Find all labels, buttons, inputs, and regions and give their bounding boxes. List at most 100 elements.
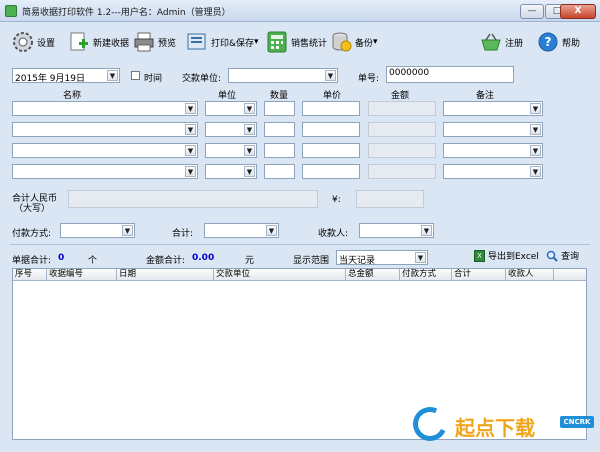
settings-label: 设置	[37, 38, 56, 49]
chevron-down-icon: ▾	[254, 37, 259, 47]
item-name-select[interactable]: ▼	[12, 122, 198, 137]
item-name-select[interactable]: ▼	[12, 164, 198, 179]
item-qty-input[interactable]	[264, 122, 295, 137]
item-qty-input[interactable]	[264, 164, 295, 179]
register-label: 注册	[505, 38, 524, 49]
range-select[interactable]: 当天记录 ▼	[336, 250, 428, 266]
search-icon	[546, 250, 558, 262]
item-price-input[interactable]	[302, 122, 360, 137]
basket-icon	[480, 31, 502, 53]
payer-select[interactable]: ▼	[228, 68, 338, 83]
col-header-date[interactable]: 日期	[117, 269, 214, 281]
export-excel-button[interactable]: X 导出到Excel	[474, 249, 539, 262]
amount-label: 金额合计:	[146, 256, 186, 266]
chevron-down-icon: ▼	[421, 225, 432, 236]
col-header-payer[interactable]: 交款单位	[214, 269, 346, 281]
help-icon: ?	[537, 31, 559, 53]
item-amount-field	[368, 122, 436, 137]
payer-label: 交款单位:	[182, 74, 222, 84]
database-icon	[330, 31, 352, 53]
date-picker[interactable]: 2015年 9月19日 ▼	[12, 68, 120, 84]
register-button[interactable]: 注册	[480, 27, 523, 57]
help-label: 帮助	[562, 38, 581, 49]
amount-value: 0.00	[192, 253, 215, 263]
search-button[interactable]: 查询	[546, 249, 579, 262]
total-label: 合计:	[172, 229, 194, 239]
new-document-icon	[68, 31, 90, 53]
item-unit-select[interactable]: ▼	[205, 101, 257, 116]
close-button[interactable]: X	[560, 4, 596, 19]
date-value: 2015年 9月19日	[15, 74, 85, 84]
count-value: 0	[58, 253, 65, 263]
separator	[10, 244, 590, 245]
item-amount-field	[368, 143, 436, 158]
col-header-total-amount[interactable]: 总金额	[346, 269, 400, 281]
item-unit-select[interactable]: ▼	[205, 164, 257, 179]
item-unit-select[interactable]: ▼	[205, 122, 257, 137]
chevron-down-icon: ▼	[107, 70, 118, 81]
preview-button[interactable]: 预览	[133, 27, 176, 57]
number-label: 单号:	[358, 74, 380, 84]
col-amount-header: 金额	[391, 91, 410, 101]
yen-label: ¥:	[332, 195, 341, 205]
time-label: 时间	[144, 74, 163, 84]
printer-icon	[133, 31, 155, 53]
payment-method-label: 付款方式:	[12, 229, 52, 239]
col-unit-header: 单位	[218, 91, 237, 101]
sales-stats-button[interactable]: 销售统计	[266, 27, 327, 57]
help-button[interactable]: ? 帮助	[537, 27, 580, 57]
print-save-button[interactable]: 打印&保存 ▾	[186, 27, 259, 57]
search-label: 查询	[561, 252, 580, 262]
chevron-down-icon: ▼	[530, 145, 541, 156]
col-name-header: 名称	[63, 91, 82, 101]
total-rmb-sublabel: （大写）	[14, 204, 51, 214]
item-note-select[interactable]: ▼	[443, 143, 543, 158]
item-price-input[interactable]	[302, 164, 360, 179]
chevron-down-icon: ▾	[373, 37, 378, 47]
chevron-down-icon: ▼	[244, 145, 255, 156]
item-note-select[interactable]: ▼	[443, 122, 543, 137]
new-receipt-button[interactable]: 新建收据	[68, 27, 129, 57]
col-header-total[interactable]: 合计	[452, 269, 506, 281]
payment-method-select[interactable]: ▼	[60, 223, 135, 238]
item-price-input[interactable]	[302, 143, 360, 158]
chevron-down-icon: ▼	[185, 103, 196, 114]
payee-select[interactable]: ▼	[359, 223, 434, 238]
chevron-down-icon: ▼	[325, 70, 336, 81]
item-note-select[interactable]: ▼	[443, 101, 543, 116]
backup-button[interactable]: 备份 ▾	[330, 27, 378, 57]
time-checkbox[interactable]	[131, 71, 140, 80]
col-header-index[interactable]: 序号	[13, 269, 47, 281]
window-title: 简易收据打印软件 1.2---用户名：Admin（管理员）	[22, 8, 231, 18]
col-header-receipt-no[interactable]: 收据编号	[47, 269, 117, 281]
range-label: 显示范围	[293, 256, 330, 266]
item-name-select[interactable]: ▼	[12, 143, 198, 158]
print-save-icon	[186, 31, 208, 53]
payee-label: 收款人:	[318, 229, 349, 239]
count-unit: 个	[88, 256, 98, 266]
gear-icon	[12, 31, 34, 53]
item-qty-input[interactable]	[264, 143, 295, 158]
watermark-text: 起点下载	[455, 416, 535, 440]
item-qty-input[interactable]	[264, 101, 295, 116]
item-price-input[interactable]	[302, 101, 360, 116]
chevron-down-icon: ▼	[415, 252, 426, 263]
item-name-select[interactable]: ▼	[12, 101, 198, 116]
print-save-label: 打印&保存	[211, 38, 255, 49]
item-unit-select[interactable]: ▼	[205, 143, 257, 158]
svg-text:?: ?	[545, 35, 552, 49]
col-header-payment-method[interactable]: 付款方式	[400, 269, 452, 281]
col-header-payee[interactable]: 收款人	[506, 269, 554, 281]
chevron-down-icon: ▼	[185, 145, 196, 156]
total-select[interactable]: ▼	[204, 223, 279, 238]
settings-button[interactable]: 设置	[12, 27, 55, 57]
col-qty-header: 数量	[270, 91, 289, 101]
chevron-down-icon: ▼	[185, 166, 196, 177]
range-value: 当天记录	[339, 256, 376, 266]
chevron-down-icon: ▼	[530, 103, 541, 114]
number-input[interactable]: 0000000	[386, 66, 514, 83]
export-excel-label: 导出到Excel	[488, 252, 539, 262]
item-amount-field	[368, 101, 436, 116]
item-note-select[interactable]: ▼	[443, 164, 543, 179]
minimize-button[interactable]: —	[520, 4, 544, 19]
